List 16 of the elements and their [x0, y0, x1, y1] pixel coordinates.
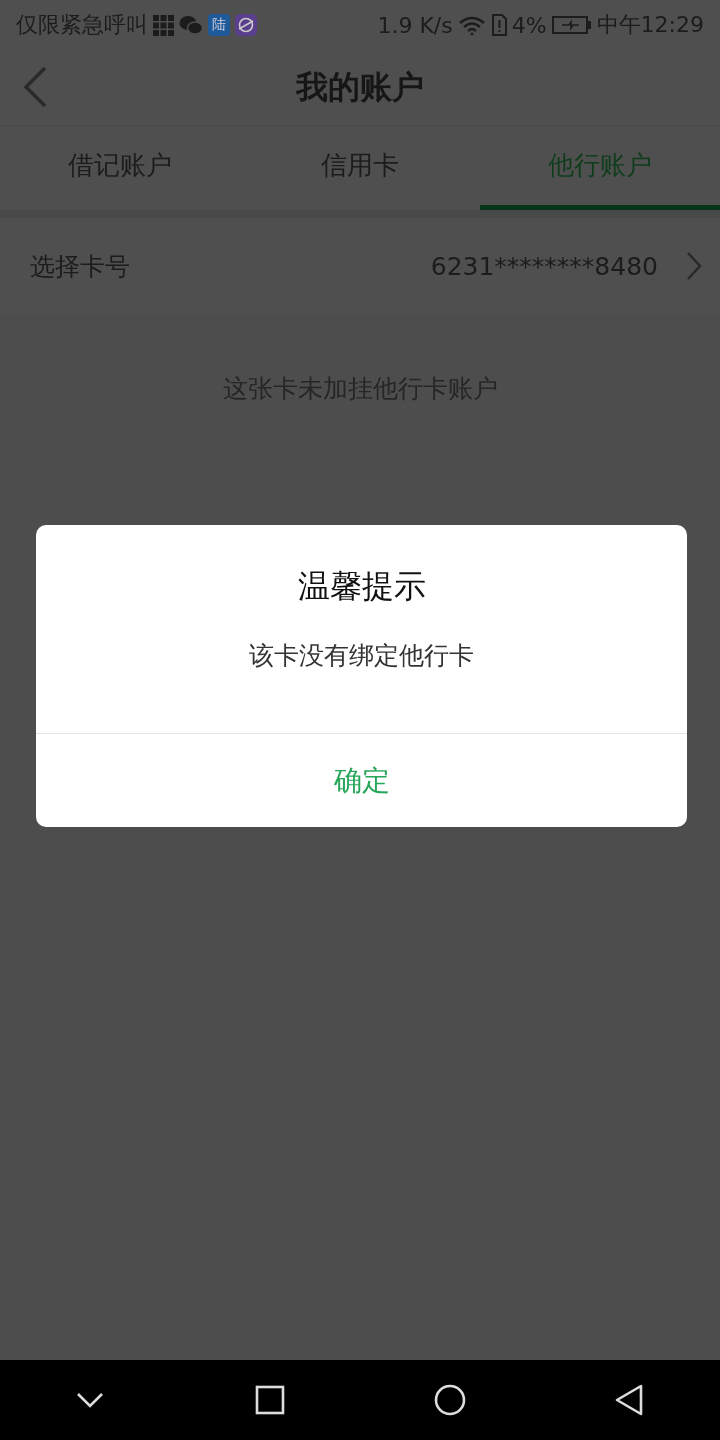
wifi-icon: [457, 15, 486, 35]
dialog-title: 温馨提示: [297, 566, 426, 607]
chevron-right-icon: [686, 251, 702, 281]
square-icon: [254, 1384, 286, 1416]
circle-icon: [434, 1384, 466, 1416]
sim-alert-icon: [490, 14, 507, 36]
planet-icon: [235, 14, 257, 36]
grid-icon: [153, 14, 174, 36]
battery-icon: [551, 15, 592, 35]
back-icon: [22, 66, 48, 108]
app-icon: 陆: [208, 14, 230, 36]
page-title: 我的账户: [296, 66, 424, 108]
dialog-message: 该卡没有绑定他行卡: [249, 640, 474, 672]
chat-icon: [179, 15, 203, 35]
confirm-button[interactable]: 确定: [36, 733, 687, 827]
tab[interactable]: 他行账户: [480, 126, 720, 210]
